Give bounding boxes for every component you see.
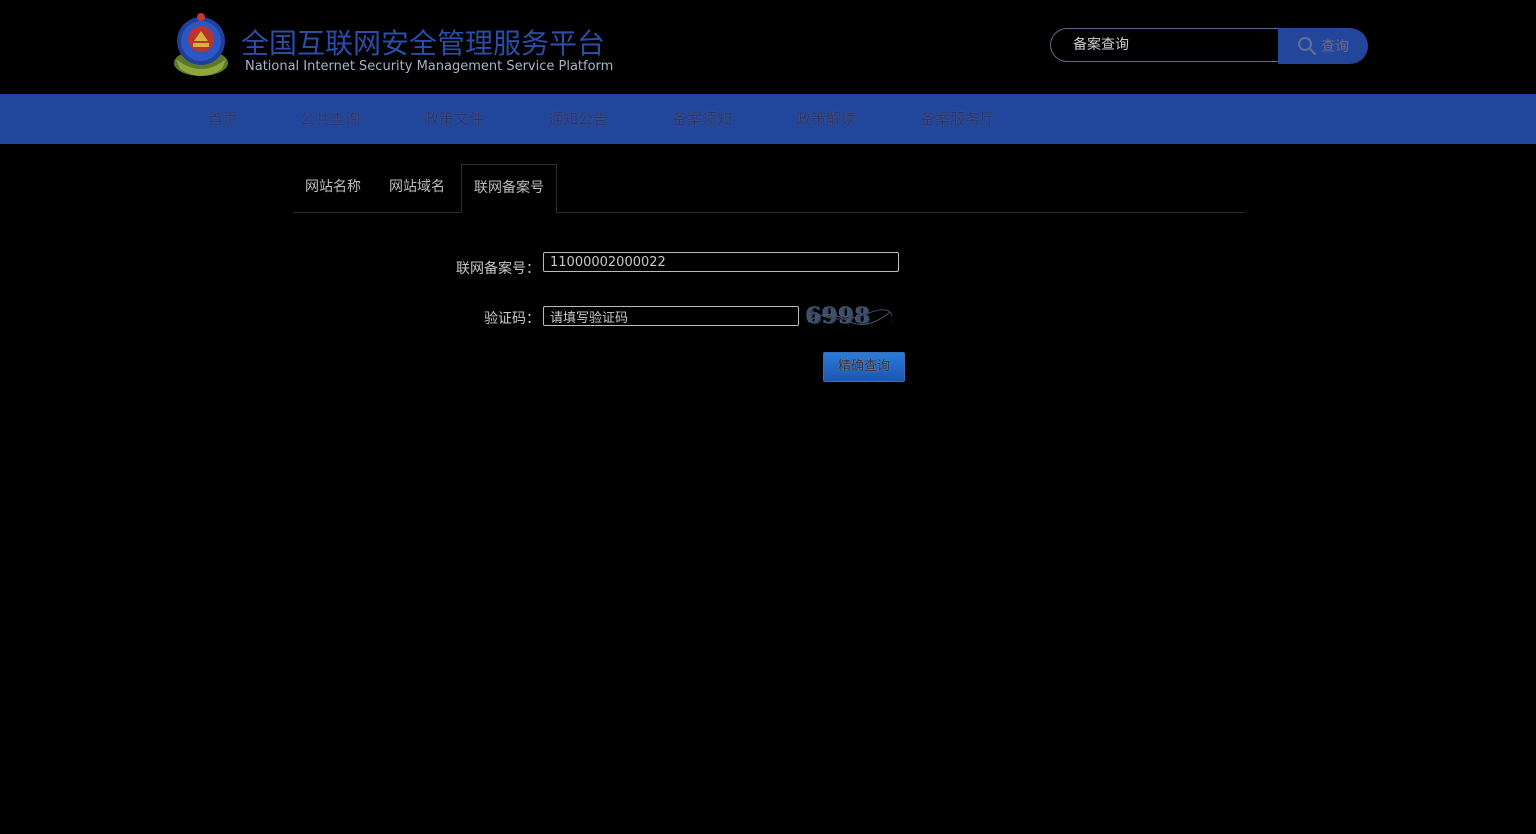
site-title-cn: 全国互联网安全管理服务平台 <box>241 27 606 60</box>
tab-site-domain[interactable]: 网站域名 <box>377 164 457 211</box>
site-title-en: National Internet Security Management Se… <box>245 59 614 74</box>
nav-item-policy-interpretation[interactable]: 政策解读 <box>796 94 856 144</box>
nav-item-filing-guide[interactable]: 备案须知 <box>672 94 732 144</box>
nav-item-home[interactable]: 首页 <box>208 94 238 144</box>
record-number-input[interactable] <box>543 252 899 272</box>
captcha-label: 验证码： <box>484 311 540 327</box>
exact-query-button[interactable]: 精确查询 <box>823 352 905 382</box>
nav-item-service-hall[interactable]: 备案服务厅 <box>920 94 995 144</box>
search-input[interactable] <box>1050 28 1279 62</box>
nav-item-notices[interactable]: 通知公告 <box>548 94 608 144</box>
main-nav: 首页 公共查询 政策文件 通知公告 备案须知 政策解读 备案服务厅 <box>0 94 1536 144</box>
tab-record-number[interactable]: 联网备案号 <box>461 164 557 213</box>
captcha-input[interactable] <box>543 306 799 326</box>
police-emblem-icon <box>174 13 228 76</box>
captcha-text: 6998 <box>806 303 872 329</box>
nav-item-policy-docs[interactable]: 政策文件 <box>424 94 484 144</box>
query-tabs: 网站名称 网站域名 联网备案号 <box>293 164 1245 213</box>
record-number-label: 联网备案号： <box>456 261 540 277</box>
search-button[interactable]: 查询 <box>1278 28 1368 64</box>
search-button-label: 查询 <box>1321 39 1349 55</box>
search-icon <box>1298 37 1317 56</box>
captcha-image[interactable]: 6998 <box>806 302 892 330</box>
nav-item-public-query[interactable]: 公共查询 <box>300 94 360 144</box>
site-header: 全国互联网安全管理服务平台 National Internet Security… <box>0 0 1536 94</box>
tab-site-name[interactable]: 网站名称 <box>293 164 373 211</box>
header-search: 查询 <box>1050 28 1368 64</box>
